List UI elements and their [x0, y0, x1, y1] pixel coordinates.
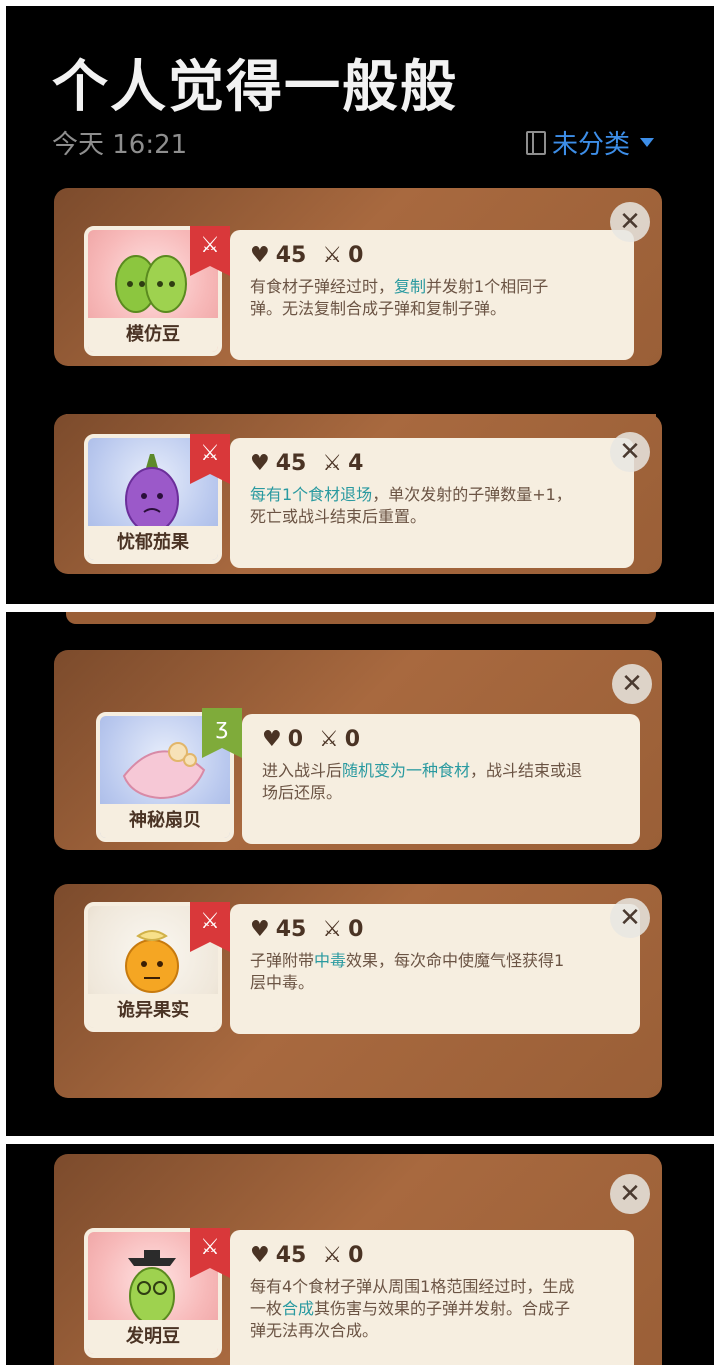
item-stats: ♥ 45 ⚔ 0 — [250, 914, 624, 944]
description-line: 每有4个食材子弹从周围1格范围经过时，生成 — [250, 1276, 618, 1298]
description-line: 每有1个食材退场，单次发射的子弹数量+1， — [250, 484, 618, 506]
item-description: 子弹附带中毒效果，每次命中使魔气怪获得1 层中毒。 — [250, 950, 624, 994]
heart-icon: ♥ — [250, 242, 270, 268]
description-text: 并发射1个相同子 — [426, 277, 549, 296]
close-icon[interactable]: ✕ — [610, 1174, 650, 1214]
attack-value: 0 — [344, 726, 361, 752]
description-text: 死亡或战斗结束后重置。 — [250, 507, 427, 526]
item-description: 每有1个食材退场，单次发射的子弹数量+1， 死亡或战斗结束后重置。 — [250, 484, 618, 528]
highlighted-keyword: 合成 — [282, 1299, 315, 1318]
heart-icon: ♥ — [250, 916, 270, 942]
description-text: 场后还原。 — [262, 783, 343, 802]
attack-value: 0 — [348, 916, 364, 942]
attack-value: 4 — [348, 450, 364, 476]
close-icon[interactable]: ✕ — [610, 202, 650, 242]
crossed-swords-icon: ⚔ — [322, 916, 343, 942]
item-description-box: ♥ 0 ⚔ 0 进入战斗后随机变为一种食材，战斗结束或退 场后还原。 — [242, 714, 640, 844]
item-description: 有食材子弹经过时，复制并发射1个相同子 弹。无法复制合成子弹和复制子弹。 — [250, 276, 618, 320]
note-title: 个人觉得一般般 — [52, 55, 458, 120]
crossed-swords-icon: ⚔ — [319, 726, 339, 752]
heart-icon: ♥ — [250, 450, 270, 476]
heart-icon: ♥ — [250, 1242, 270, 1268]
card-edge — [66, 612, 656, 624]
highlighted-keyword: 中毒 — [314, 951, 347, 970]
description-text: 其伤害与效果的子弹并发射。合成子 — [314, 1299, 571, 1318]
item-card: 模仿豆 ⚔ ♥ 45 ⚔ 0 有食材子弹经过时，复制并发射1个相同子 弹。无法复制合成… — [54, 188, 662, 366]
item-stats: ♥ 45 ⚔ 0 — [250, 240, 618, 270]
highlighted-keyword: 每有1个食材退场 — [250, 485, 373, 504]
screenshot-panel-2: 神秘扇贝 ʒ ♥ 0 ⚔ 0 进入战斗后随机变为一种食材，战斗结束或退 场后还原。 ✕… — [6, 612, 714, 1136]
item-card: 神秘扇贝 ʒ ♥ 0 ⚔ 0 进入战斗后随机变为一种食材，战斗结束或退 场后还原。 ✕ — [54, 650, 662, 850]
book-icon — [526, 130, 546, 155]
description-line: 场后还原。 — [262, 782, 624, 804]
close-icon[interactable]: ✕ — [610, 432, 650, 472]
hp-value: 45 — [275, 450, 307, 476]
heart-icon: ♥ — [262, 726, 282, 752]
description-line: 死亡或战斗结束后重置。 — [250, 506, 618, 528]
description-text: 一枚 — [250, 1299, 283, 1318]
description-line: 进入战斗后随机变为一种食材，战斗结束或退 — [262, 760, 624, 782]
description-text: 有食材子弹经过时， — [250, 277, 395, 296]
close-icon[interactable]: ✕ — [612, 664, 652, 704]
item-name: 神秘扇贝 — [100, 804, 230, 838]
item-description-box: ♥ 45 ⚔ 0 有食材子弹经过时，复制并发射1个相同子 弹。无法复制合成子弹和复制子… — [230, 230, 634, 360]
hp-value: 45 — [275, 916, 307, 942]
item-card: 忧郁茄果 ⚔ ♥ 45 ⚔ 4 每有1个食材退场，单次发射的子弹数量+1， 死亡或战斗… — [54, 414, 662, 574]
description-text: 弹无法再次合成。 — [250, 1321, 379, 1340]
hp-value: 45 — [275, 242, 307, 268]
attack-value: 0 — [348, 1242, 364, 1268]
item-name: 发明豆 — [88, 1320, 218, 1354]
description-line: 弹无法再次合成。 — [250, 1320, 618, 1342]
item-stats: ♥ 0 ⚔ 0 — [262, 724, 624, 754]
item-description-box: ♥ 45 ⚔ 0 每有4个食材子弹从周围1格范围经过时，生成 一枚合成其伤害与效果的子… — [230, 1230, 634, 1365]
item-card: 发明豆 ⚔ ♥ 45 ⚔ 0 每有4个食材子弹从周围1格范围经过时，生成 一枚合成其伤… — [54, 1154, 662, 1365]
category-selector[interactable]: 未分类 — [526, 124, 655, 161]
description-text: 每有4个食材子弹从周围1格范围经过时，生成 — [250, 1277, 575, 1296]
close-icon[interactable]: ✕ — [610, 898, 650, 938]
item-stats: ♥ 45 ⚔ 4 — [250, 448, 618, 478]
item-name: 诡异果实 — [88, 994, 218, 1028]
description-line: 有食材子弹经过时，复制并发射1个相同子 — [250, 276, 618, 298]
category-label: 未分类 — [552, 130, 631, 160]
highlighted-keyword: 随机变为一种食材 — [342, 761, 471, 780]
triangle-down-icon — [640, 138, 655, 147]
screenshot-panel-3: 发明豆 ⚔ ♥ 45 ⚔ 0 每有4个食材子弹从周围1格范围经过时，生成 一枚合成其伤… — [6, 1144, 714, 1365]
crossed-swords-icon: ⚔ — [322, 242, 343, 268]
crossed-swords-icon: ⚔ — [322, 450, 343, 476]
description-line: 层中毒。 — [250, 972, 624, 994]
attack-value: 0 — [348, 242, 364, 268]
description-line: 一枚合成其伤害与效果的子弹并发射。合成子 — [250, 1298, 618, 1320]
item-card: 诡异果实 ⚔ ♥ 45 ⚔ 0 子弹附带中毒效果，每次命中使魔气怪获得1 层中毒。 ✕ — [54, 884, 662, 1098]
hp-value: 45 — [275, 1242, 307, 1268]
description-line: 子弹附带中毒效果，每次命中使魔气怪获得1 — [250, 950, 624, 972]
description-text: 进入战斗后 — [262, 761, 343, 780]
item-stats: ♥ 45 ⚔ 0 — [250, 1240, 618, 1270]
item-name: 忧郁茄果 — [88, 526, 218, 560]
screenshot-panel-1: 个人觉得一般般 今天 16:21 未分类 模仿豆 ⚔ ♥ 45 ⚔ 0 有食材子弹经… — [6, 6, 714, 604]
description-text: 效果，每次命中使魔气怪获得1 — [346, 951, 565, 970]
highlighted-keyword: 复制 — [394, 277, 427, 296]
item-name: 模仿豆 — [88, 318, 218, 352]
description-text: 弹。无法复制合成子弹和复制子弹。 — [250, 299, 507, 318]
item-description: 每有4个食材子弹从周围1格范围经过时，生成 一枚合成其伤害与效果的子弹并发射。合成… — [250, 1276, 618, 1342]
note-timestamp: 今天 16:21 — [52, 130, 188, 160]
item-description-box: ♥ 45 ⚔ 4 每有1个食材退场，单次发射的子弹数量+1， 死亡或战斗结束后重置。 — [230, 438, 634, 568]
item-description: 进入战斗后随机变为一种食材，战斗结束或退 场后还原。 — [262, 760, 624, 804]
crossed-swords-icon: ⚔ — [322, 1242, 343, 1268]
description-line: 弹。无法复制合成子弹和复制子弹。 — [250, 298, 618, 320]
description-text: ，单次发射的子弹数量+1， — [372, 485, 572, 504]
description-text: 子弹附带 — [250, 951, 315, 970]
hp-value: 0 — [287, 726, 304, 752]
description-text: ，战斗结束或退 — [470, 761, 583, 780]
item-description-box: ♥ 45 ⚔ 0 子弹附带中毒效果，每次命中使魔气怪获得1 层中毒。 — [230, 904, 640, 1034]
description-text: 层中毒。 — [250, 973, 315, 992]
